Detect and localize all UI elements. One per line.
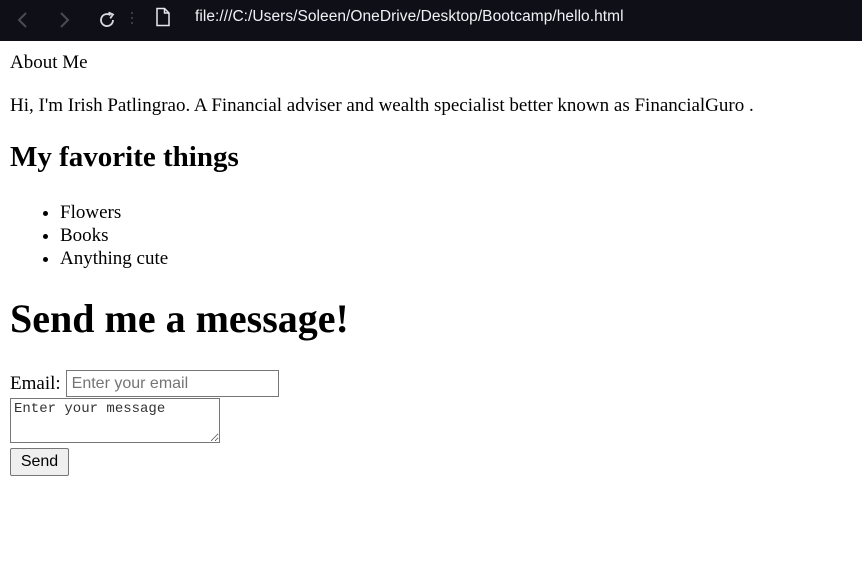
- favorites-heading: My favorite things: [10, 141, 239, 173]
- list-item: Flowers: [60, 201, 168, 224]
- send-button[interactable]: Send: [10, 448, 69, 476]
- message-heading: Send me a message!: [10, 296, 349, 341]
- forward-button[interactable]: [50, 6, 78, 34]
- favorites-list: Flowers Books Anything cute: [0, 201, 168, 270]
- intro-paragraph: Hi, I'm Irish Patlingrao. A Financial ad…: [10, 95, 754, 116]
- list-item: Books: [60, 224, 168, 247]
- reload-button[interactable]: [93, 6, 121, 34]
- email-field[interactable]: [65, 370, 279, 397]
- email-label: Email:: [10, 372, 61, 394]
- reload-icon: [100, 11, 115, 27]
- toolbar-separator: [131, 12, 133, 28]
- back-button[interactable]: [9, 6, 37, 34]
- browser-toolbar: file:///C:/Users/Soleen/OneDrive/Desktop…: [0, 0, 862, 41]
- list-item: Anything cute: [60, 247, 168, 270]
- email-row: Email:: [10, 370, 279, 397]
- message-field[interactable]: [10, 398, 220, 443]
- about-label: About Me: [10, 52, 88, 73]
- file-icon[interactable]: [155, 7, 171, 27]
- forward-icon: [60, 12, 70, 28]
- back-icon: [17, 12, 27, 28]
- address-bar[interactable]: file:///C:/Users/Soleen/OneDrive/Desktop…: [195, 8, 624, 26]
- page-content: About Me Hi, I'm Irish Patlingrao. A Fin…: [0, 41, 862, 567]
